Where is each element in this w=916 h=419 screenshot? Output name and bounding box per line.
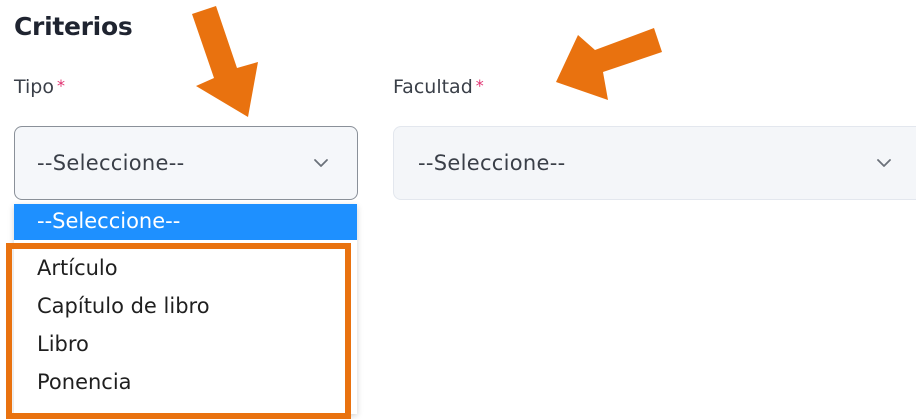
required-mark: * [57,76,65,95]
required-mark: * [475,76,484,95]
arrow-icon [556,28,662,100]
facultad-label: Facultad * [393,76,484,98]
arrow-icon [192,6,258,117]
chevron-down-icon [314,159,328,167]
facultad-select-value: --Seleccione-- [418,151,566,175]
section-title: Criterios [14,12,133,41]
chevron-down-icon [877,159,891,167]
dropdown-option-seleccione[interactable]: --Seleccione-- [14,204,357,240]
annotation-highlight-box [6,243,351,419]
tipo-select-value: --Seleccione-- [37,151,185,175]
tipo-select[interactable]: --Seleccione-- [14,126,358,200]
facultad-select[interactable]: --Seleccione-- [393,126,916,200]
facultad-label-text: Facultad [393,76,473,98]
tipo-label-text: Tipo [14,76,54,98]
tipo-label: Tipo * [14,76,65,98]
